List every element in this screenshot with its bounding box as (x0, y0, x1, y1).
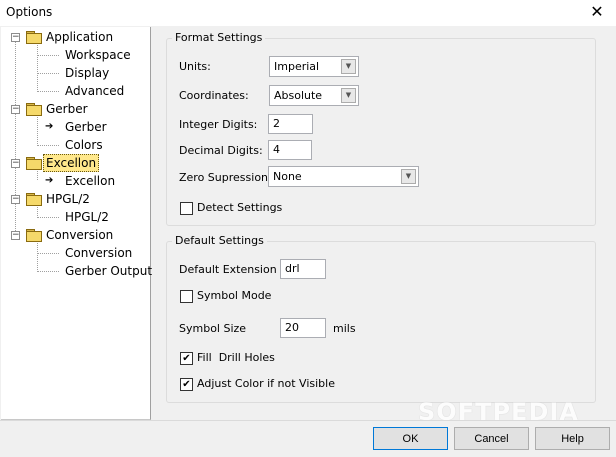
tree-item-display[interactable]: Display (65, 64, 109, 82)
tree-branch-line (37, 253, 59, 254)
tree-branch-line (37, 145, 59, 146)
tree-label: Conversion (46, 228, 114, 242)
fill-drill-holes-label: Fill Drill Holes (197, 351, 275, 364)
softpedia-watermark: SOFTPEDIA (418, 398, 579, 426)
coordinates-value: Absolute (274, 89, 323, 102)
folder-open-icon (26, 193, 42, 206)
window-title: Options (6, 5, 53, 19)
adjust-color-label: Adjust Color if not Visible (197, 377, 335, 390)
default-extension-label: Default Extension (179, 263, 277, 276)
zero-suppression-value: None (273, 170, 302, 183)
detect-settings-label: Detect Settings (197, 201, 283, 214)
symbol-size-label: Symbol Size (179, 322, 247, 335)
collapse-icon[interactable]: − (11, 105, 20, 114)
units-label: Units: (179, 60, 211, 73)
chevron-down-icon[interactable]: ▼ (401, 169, 416, 184)
tree-node-excellon[interactable]: − Excellon (1, 154, 149, 172)
tree-node-conversion[interactable]: − Conversion (1, 226, 149, 244)
folder-open-icon (26, 103, 42, 116)
fill-drill-holes-checkbox[interactable]: ✔ (180, 352, 193, 365)
tree-label: Excellon (65, 174, 116, 188)
tree-item-colors[interactable]: Colors (65, 136, 103, 154)
tree-branch-line (37, 45, 38, 90)
tree-branch-line (37, 55, 59, 56)
default-settings-title: Default Settings (172, 234, 267, 247)
folder-open-icon (26, 229, 42, 242)
cancel-button[interactable]: Cancel (454, 427, 529, 450)
symbol-mode-label: Symbol Mode (197, 289, 272, 302)
tree-branch-line (37, 243, 38, 270)
tree-label: Conversion (65, 246, 133, 260)
tree-label: Display (65, 66, 110, 80)
tree-branch-line (37, 117, 38, 144)
symbol-size-field[interactable]: 20 (280, 318, 326, 338)
detect-settings-checkbox[interactable] (180, 202, 193, 215)
tree-node-hpgl[interactable]: − HPGL/2 (1, 190, 149, 208)
tree-branch-line (37, 207, 38, 216)
current-arrow-icon: ➔ (45, 175, 54, 186)
coordinates-dropdown[interactable]: Absolute ▼ (269, 85, 359, 106)
format-settings-title: Format Settings (172, 31, 266, 44)
symbol-mode-checkbox[interactable] (180, 290, 193, 303)
current-arrow-icon: ➔ (45, 121, 54, 132)
chevron-down-icon[interactable]: ▼ (341, 88, 356, 103)
units-value: Imperial (274, 60, 320, 73)
tree-label: HPGL/2 (46, 192, 90, 206)
folder-open-icon (26, 157, 42, 170)
tree-label: Advanced (65, 84, 125, 98)
integer-digits-field[interactable]: 2 (268, 114, 313, 134)
adjust-color-checkbox[interactable]: ✔ (180, 378, 193, 391)
collapse-icon[interactable]: − (11, 159, 20, 168)
symbol-size-unit: mils (333, 322, 356, 335)
collapse-icon[interactable]: − (11, 231, 20, 240)
tree-item-hpgl-hpgl[interactable]: HPGL/2 (65, 208, 109, 226)
tree-label: Gerber (46, 102, 88, 116)
help-button[interactable]: Help (535, 427, 610, 450)
footer-separator (0, 420, 616, 421)
zero-suppression-label: Zero Supression: (179, 171, 272, 184)
tree-item-conversion-conversion[interactable]: Conversion (65, 244, 132, 262)
tree-item-advanced[interactable]: Advanced (65, 82, 124, 100)
tree-item-gerber-output[interactable]: Gerber Output (65, 262, 152, 280)
tree-branch-line (37, 171, 38, 180)
tree-item-workspace[interactable]: Workspace (65, 46, 131, 64)
tree-label-selected: Excellon (43, 154, 100, 172)
default-extension-field[interactable]: drl (280, 259, 326, 279)
coordinates-label: Coordinates: (179, 89, 249, 102)
folder-open-icon (26, 31, 42, 44)
zero-suppression-dropdown[interactable]: None ▼ (268, 166, 419, 187)
tree-label: Colors (65, 138, 103, 152)
tree-branch-line (37, 91, 59, 92)
tree-label: HPGL/2 (65, 210, 109, 224)
integer-digits-label: Integer Digits: (179, 118, 258, 131)
tree-label: Application (46, 30, 114, 44)
ok-button[interactable]: OK (373, 427, 448, 450)
title-bar: Options ✕ (0, 0, 616, 26)
tree-label: Gerber (65, 120, 107, 134)
tree-branch-line (37, 73, 59, 74)
tree-node-gerber[interactable]: − Gerber (1, 100, 149, 118)
decimal-digits-label: Decimal Digits: (179, 144, 263, 157)
units-dropdown[interactable]: Imperial ▼ (269, 56, 359, 77)
tree-label: Gerber Output (65, 264, 153, 278)
tree-branch-line (37, 271, 59, 272)
options-tree[interactable]: − Application Workspace Display Advanced… (1, 27, 152, 420)
decimal-digits-field[interactable]: 4 (268, 140, 312, 160)
chevron-down-icon[interactable]: ▼ (341, 59, 356, 74)
tree-label: Workspace (65, 48, 131, 62)
close-icon[interactable]: ✕ (586, 2, 608, 22)
tree-branch-line (37, 217, 59, 218)
collapse-icon[interactable]: − (11, 195, 20, 204)
tree-node-application[interactable]: − Application (1, 28, 149, 46)
collapse-icon[interactable]: − (11, 33, 20, 42)
format-settings-group (166, 38, 596, 226)
